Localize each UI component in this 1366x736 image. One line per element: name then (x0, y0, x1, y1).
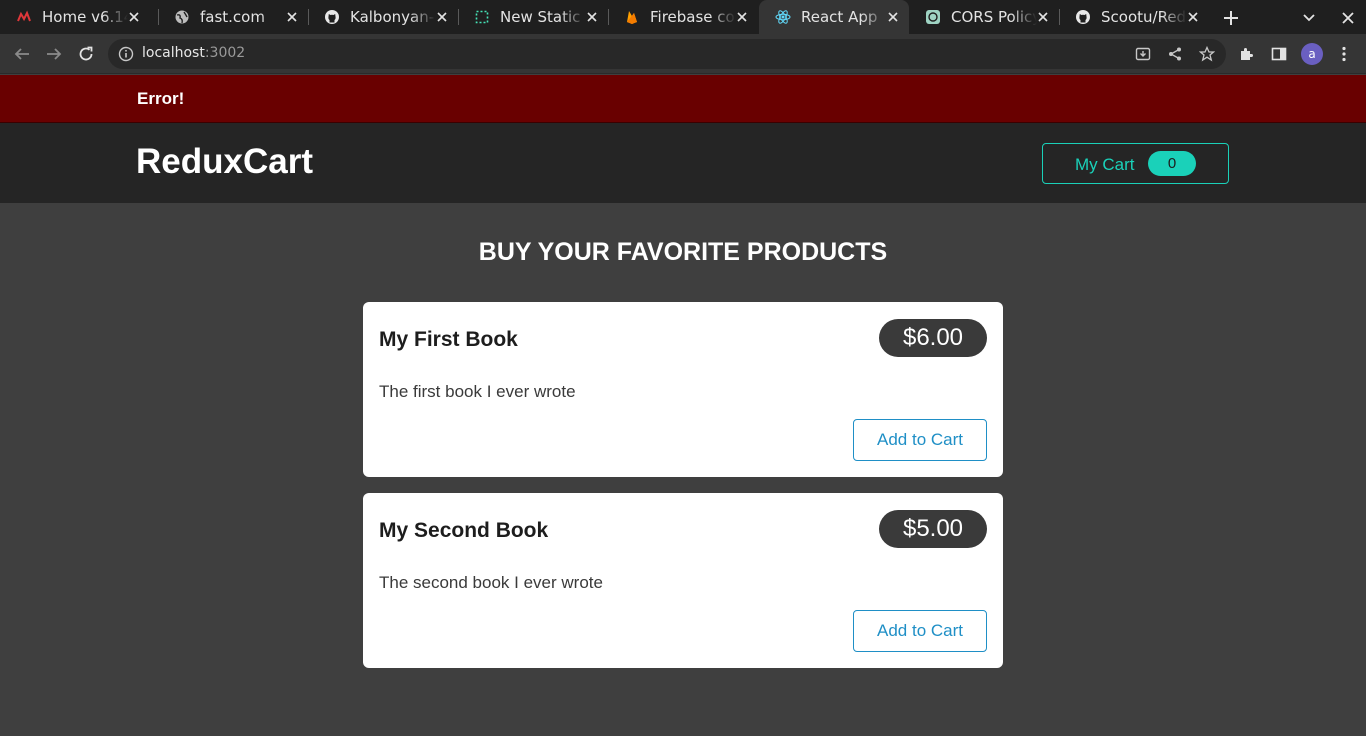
globe-icon (174, 9, 190, 25)
browser-tab[interactable]: New Static Site (458, 0, 608, 34)
tab-title: Firebase console (650, 8, 736, 26)
close-icon (1342, 12, 1354, 24)
close-icon[interactable] (584, 9, 600, 25)
close-icon[interactable] (885, 9, 901, 25)
kebab-menu-icon (1342, 46, 1346, 62)
side-panel-button[interactable] (1267, 42, 1291, 66)
tab-title: Scootu/Redux (1101, 8, 1187, 26)
openai-icon (925, 9, 941, 25)
info-icon[interactable] (118, 46, 134, 62)
new-tab-button[interactable] (1220, 7, 1242, 29)
my-cart-button[interactable]: My Cart 0 (1042, 143, 1229, 184)
install-app-icon[interactable] (1135, 46, 1151, 62)
browser-menu-button[interactable] (1332, 42, 1356, 66)
browser-tab[interactable]: Scootu/Redux (1059, 0, 1209, 34)
tab-search-button[interactable] (1298, 7, 1320, 29)
product-description: The first book I ever wrote (379, 382, 576, 401)
close-icon[interactable] (284, 9, 300, 25)
browser-tab[interactable]: CORS Policy (909, 0, 1059, 34)
extensions-button[interactable] (1235, 42, 1259, 66)
notification-title: Error! (137, 89, 185, 108)
price-badge: $6.00 (879, 319, 987, 357)
close-icon[interactable] (1185, 9, 1201, 25)
error-notification: Error! (0, 75, 1366, 123)
forward-button[interactable] (42, 42, 66, 66)
browser-tab[interactable]: fast.com (158, 0, 308, 34)
github-icon (324, 9, 340, 25)
browser-toolbar: localhost:3002 a (0, 34, 1366, 74)
side-panel-icon (1271, 47, 1287, 61)
profile-avatar[interactable]: a (1301, 43, 1323, 65)
tab-strip: Home v6.14.2 fast.com Kalbonyan-Elmarkaz… (0, 0, 1366, 34)
address-bar[interactable]: localhost:3002 (108, 39, 1226, 69)
close-icon[interactable] (434, 9, 450, 25)
firebase-icon (624, 9, 640, 25)
brand-logo: ReduxCart (136, 142, 313, 181)
close-icon[interactable] (734, 9, 750, 25)
cart-count-badge: 0 (1148, 151, 1196, 176)
close-icon[interactable] (126, 9, 142, 25)
tab-title: New Static Site (500, 8, 586, 26)
main-header: ReduxCart My Cart 0 (0, 123, 1366, 203)
back-button[interactable] (10, 42, 34, 66)
browser-tab[interactable]: Firebase console (608, 0, 758, 34)
react-icon (775, 9, 791, 25)
tab-title: CORS Policy (951, 8, 1037, 26)
arrow-left-icon (14, 48, 29, 60)
add-to-cart-button[interactable]: Add to Cart (853, 610, 987, 652)
product-title: My Second Book (379, 519, 549, 542)
router-icon (16, 9, 32, 25)
reload-button[interactable] (74, 42, 98, 66)
products-heading: BUY YOUR FAVORITE PRODUCTS (478, 238, 888, 266)
reload-icon (79, 46, 93, 61)
browser-tab[interactable]: Home v6.14.2 (0, 0, 150, 34)
product-title: My First Book (379, 328, 518, 351)
cart-label: My Cart (1075, 155, 1135, 174)
tab-title: fast.com (200, 8, 265, 26)
close-icon[interactable] (1035, 9, 1051, 25)
price-badge: $5.00 (879, 510, 987, 548)
product-card: My First Book $6.00 The first book I eve… (363, 302, 1003, 477)
github-icon (1075, 9, 1091, 25)
bookmark-star-icon[interactable] (1199, 46, 1215, 62)
page-content: Error! ReduxCart My Cart 0 BUY YOUR FAVO… (0, 75, 1366, 736)
add-to-cart-button[interactable]: Add to Cart (853, 419, 987, 461)
url-host: localhost (142, 45, 205, 61)
window-close-button[interactable] (1337, 7, 1359, 29)
browser-tab[interactable]: Kalbonyan-Elmarkaz (308, 0, 458, 34)
tab-title: Kalbonyan-Elmarkaz (350, 8, 436, 26)
chevron-down-icon (1303, 14, 1315, 22)
tab-title: React App (801, 8, 878, 26)
browser-tab-active[interactable]: React App (759, 0, 909, 34)
product-card: My Second Book $5.00 The second book I e… (363, 493, 1003, 668)
puzzle-icon (1241, 48, 1253, 60)
tab-title: Home v6.14.2 (42, 8, 128, 26)
plus-icon (1224, 11, 1238, 25)
share-icon[interactable] (1167, 46, 1183, 62)
dashed-square-icon (474, 9, 490, 25)
product-description: The second book I ever wrote (379, 573, 603, 592)
url-port: :3002 (204, 45, 246, 61)
arrow-right-icon (47, 48, 62, 60)
url-text: localhost:3002 (142, 45, 245, 61)
